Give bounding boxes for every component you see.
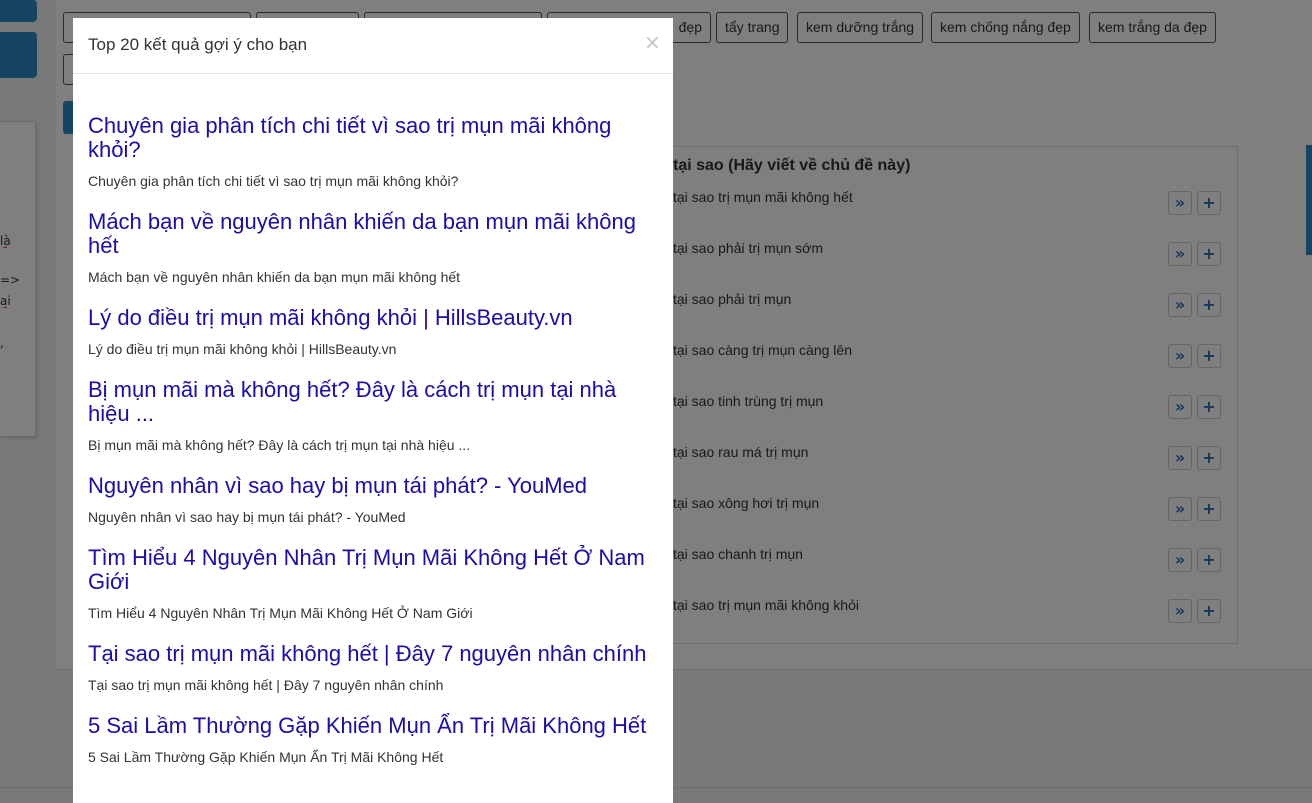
result-description: Nguyên nhân vì sao hay bị mụn tái phát? …	[88, 509, 406, 525]
result-description: 5 Sai Lầm Thường Gặp Khiến Mụn Ẩn Trị Mã…	[88, 749, 444, 765]
modal-header: Top 20 kết quả gợi ý cho bạn ×	[73, 18, 673, 74]
results-modal: Top 20 kết quả gợi ý cho bạn × Chuyên gi…	[73, 18, 673, 803]
result-item: Nguyên nhân vì sao hay bị mụn tái phát? …	[88, 474, 658, 526]
result-title-link[interactable]: Nguyên nhân vì sao hay bị mụn tái phát? …	[88, 474, 658, 498]
result-item: Bị mụn mãi mà không hết? Đây là cách trị…	[88, 378, 658, 454]
result-description: Chuyên gia phân tích chi tiết vì sao trị…	[88, 173, 459, 189]
result-title-link[interactable]: Tại sao trị mụn mãi không hết | Đây 7 ng…	[88, 642, 658, 666]
result-description: Tìm Hiểu 4 Nguyên Nhân Trị Mụn Mãi Không…	[88, 605, 473, 621]
result-title-link[interactable]: Tìm Hiểu 4 Nguyên Nhân Trị Mụn Mãi Không…	[88, 546, 658, 594]
result-item: Chuyên gia phân tích chi tiết vì sao trị…	[88, 114, 658, 190]
modal-title: Top 20 kết quả gợi ý cho bạn	[88, 35, 308, 54]
result-title-link[interactable]: 5 Sai Lầm Thường Gặp Khiến Mụn Ẩn Trị Mã…	[88, 714, 658, 738]
result-item: 5 Sai Lầm Thường Gặp Khiến Mụn Ẩn Trị Mã…	[88, 714, 658, 766]
result-title-link[interactable]: Bị mụn mãi mà không hết? Đây là cách trị…	[88, 378, 658, 426]
result-description: Mách bạn về nguyên nhân khiến da bạn mụn…	[88, 269, 461, 285]
result-description: Lý do điều trị mụn mãi không khỏi | Hill…	[88, 341, 397, 357]
result-item: Tìm Hiểu 4 Nguyên Nhân Trị Mụn Mãi Không…	[88, 546, 658, 622]
result-title-link[interactable]: Mách bạn về nguyên nhân khiến da bạn mụn…	[88, 210, 658, 258]
result-description: Tại sao trị mụn mãi không hết | Đây 7 ng…	[88, 677, 444, 693]
result-item: Mách bạn về nguyên nhân khiến da bạn mụn…	[88, 210, 658, 286]
result-title-link[interactable]: Chuyên gia phân tích chi tiết vì sao trị…	[88, 114, 658, 162]
result-title-link[interactable]: Lý do điều trị mụn mãi không khỏi | Hill…	[88, 306, 658, 330]
close-icon[interactable]: ×	[644, 30, 661, 54]
result-item: Lý do điều trị mụn mãi không khỏi | Hill…	[88, 306, 658, 358]
results-list: Chuyên gia phân tích chi tiết vì sao trị…	[88, 114, 658, 786]
result-item: Tại sao trị mụn mãi không hết | Đây 7 ng…	[88, 642, 658, 694]
result-description: Bị mụn mãi mà không hết? Đây là cách trị…	[88, 437, 471, 453]
